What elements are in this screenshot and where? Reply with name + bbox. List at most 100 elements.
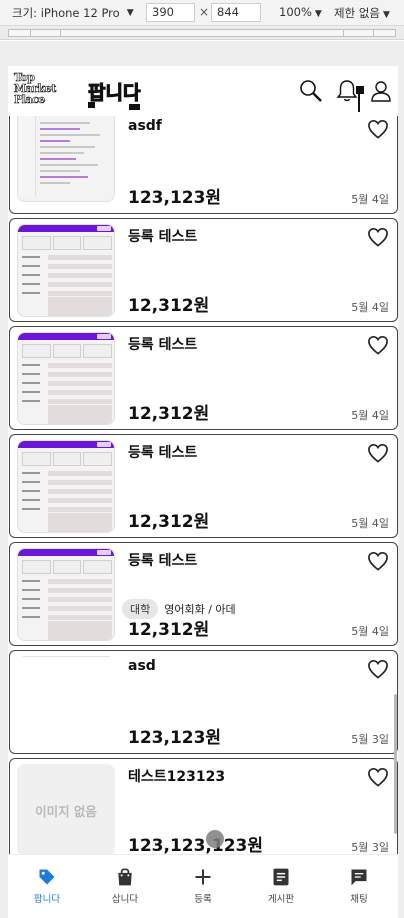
scrollbar[interactable] bbox=[394, 694, 397, 834]
thumb-header bbox=[18, 225, 114, 232]
thumb-textarea bbox=[48, 621, 112, 640]
product-date: 5월 3일 bbox=[351, 733, 389, 746]
product-card[interactable]: asdf 123,123원 5월 4일 bbox=[9, 110, 398, 214]
product-price: 12,312원 bbox=[128, 512, 210, 532]
heart-icon[interactable] bbox=[367, 551, 389, 571]
nav-item-chat[interactable]: 채팅 bbox=[320, 855, 398, 918]
product-price: 12,312원 bbox=[128, 404, 210, 424]
nav-item-sell[interactable]: 팝니다 bbox=[8, 855, 86, 918]
thumb-header bbox=[18, 549, 114, 556]
nav-item-buy[interactable]: 삽니다 bbox=[86, 855, 164, 918]
thumb-row bbox=[22, 471, 112, 476]
heart-icon[interactable] bbox=[367, 659, 389, 679]
board-icon bbox=[273, 868, 289, 886]
thumb-row bbox=[22, 498, 112, 503]
thumb-row bbox=[22, 372, 112, 377]
heart-icon[interactable] bbox=[367, 443, 389, 463]
notification-mark bbox=[356, 86, 364, 94]
thumb-row bbox=[22, 480, 112, 485]
heart-icon[interactable] bbox=[367, 335, 389, 355]
thumb-row bbox=[22, 606, 112, 611]
nav-label: 게시판 bbox=[267, 894, 295, 905]
logo[interactable]: Top Market Place bbox=[14, 72, 76, 110]
notification-line bbox=[358, 94, 360, 112]
phone-viewport: asdf 123,123원 5월 4일 등록 테스트 12,312원 5월 4일 bbox=[8, 66, 398, 918]
thumb-textarea bbox=[48, 405, 112, 424]
product-card[interactable]: 등록 테스트 대학 영어회화 / 아데 12,312원 5월 4일 bbox=[9, 542, 398, 646]
thumb-line bbox=[40, 164, 98, 166]
thumb-button bbox=[97, 334, 111, 339]
product-card[interactable]: 등록 테스트 12,312원 5월 4일 bbox=[9, 218, 398, 322]
chat-icon bbox=[351, 869, 367, 886]
product-date: 5월 3일 bbox=[351, 841, 389, 854]
thumb-row bbox=[22, 255, 112, 260]
zoom-selector[interactable]: 100% ▼ bbox=[279, 5, 322, 19]
thumb-textarea bbox=[48, 513, 112, 532]
thumb-line bbox=[40, 152, 84, 154]
product-date: 5월 4일 bbox=[351, 193, 389, 206]
search-icon[interactable] bbox=[298, 78, 324, 104]
heart-icon[interactable] bbox=[367, 227, 389, 247]
product-title: 등록 테스트 bbox=[128, 445, 198, 461]
chevron-down-icon: ▼ bbox=[382, 10, 390, 20]
product-date: 5월 4일 bbox=[351, 301, 389, 314]
no-image-label: 이미지 없음 bbox=[35, 804, 97, 819]
user-icon[interactable] bbox=[368, 78, 394, 104]
device-label: 크기: iPhone 12 Pro bbox=[12, 5, 120, 20]
product-card[interactable]: 이미지 없음 테스트123123 123,123,123원 5월 3일 bbox=[9, 758, 398, 862]
heart-icon[interactable] bbox=[367, 119, 389, 139]
dimension-separator: × bbox=[199, 5, 210, 19]
product-thumbnail bbox=[17, 440, 115, 533]
thumb-line bbox=[40, 170, 80, 172]
title-mark bbox=[129, 104, 140, 110]
product-thumbnail bbox=[17, 656, 115, 749]
device-selector[interactable]: 크기: iPhone 12 Pro ▼ bbox=[12, 5, 134, 21]
nav-item-board[interactable]: 게시판 bbox=[242, 855, 320, 918]
thumb-line bbox=[40, 128, 80, 130]
thumb-edge bbox=[17, 656, 115, 657]
media-query-ruler bbox=[0, 26, 404, 40]
thumb-row bbox=[22, 588, 112, 593]
thumb-row bbox=[22, 579, 112, 584]
nav-label: 채팅 bbox=[350, 894, 368, 905]
thumb-row bbox=[22, 597, 112, 602]
heart-icon[interactable] bbox=[367, 767, 389, 787]
thumb-row bbox=[22, 291, 112, 296]
thumb-row bbox=[22, 390, 112, 395]
product-thumbnail bbox=[17, 224, 115, 317]
thumb-line bbox=[40, 146, 95, 148]
thumb-line bbox=[40, 134, 100, 136]
thumb-button bbox=[97, 550, 111, 555]
touch-indicator bbox=[206, 830, 224, 848]
product-date: 5월 4일 bbox=[351, 625, 389, 638]
thumb-tabs bbox=[22, 452, 113, 466]
page-title: 팝니다 bbox=[87, 82, 141, 105]
product-card[interactable]: asd 123,123원 5월 3일 bbox=[9, 650, 398, 754]
height-input[interactable]: 844 bbox=[211, 3, 261, 22]
product-title: asd bbox=[128, 658, 156, 674]
thumb-row bbox=[22, 282, 112, 287]
thumb-row bbox=[22, 489, 112, 494]
product-card[interactable]: 등록 테스트 12,312원 5월 4일 bbox=[9, 326, 398, 430]
width-input[interactable]: 390 bbox=[146, 3, 195, 22]
thumb-line bbox=[40, 122, 90, 124]
product-card[interactable]: 등록 테스트 12,312원 5월 4일 bbox=[9, 434, 398, 538]
thumb-row bbox=[22, 507, 112, 512]
thumb-line bbox=[40, 140, 70, 142]
thumb-row bbox=[22, 273, 112, 278]
throttle-selector[interactable]: 제한 없음 ▼ bbox=[334, 5, 390, 21]
product-price: 123,123원 bbox=[128, 728, 222, 748]
nav-item-register[interactable]: 등록 bbox=[164, 855, 242, 918]
thumb-row bbox=[22, 399, 112, 404]
bottom-nav: 팝니다 삽니다 등록 게시판 채팅 bbox=[8, 854, 398, 918]
devtools-toolbar: 크기: iPhone 12 Pro ▼ 390 × 844 100% ▼ 제한 없음… bbox=[0, 0, 404, 26]
logo-line: Place bbox=[14, 93, 46, 106]
product-date: 5월 4일 bbox=[351, 517, 389, 530]
thumb-button bbox=[97, 442, 111, 447]
thumb-row bbox=[22, 363, 112, 368]
product-thumbnail bbox=[17, 332, 115, 425]
thumb-row bbox=[22, 264, 112, 269]
product-title: 등록 테스트 bbox=[128, 553, 198, 569]
product-title: 등록 테스트 bbox=[128, 337, 198, 353]
product-price: 12,312원 bbox=[128, 620, 210, 640]
